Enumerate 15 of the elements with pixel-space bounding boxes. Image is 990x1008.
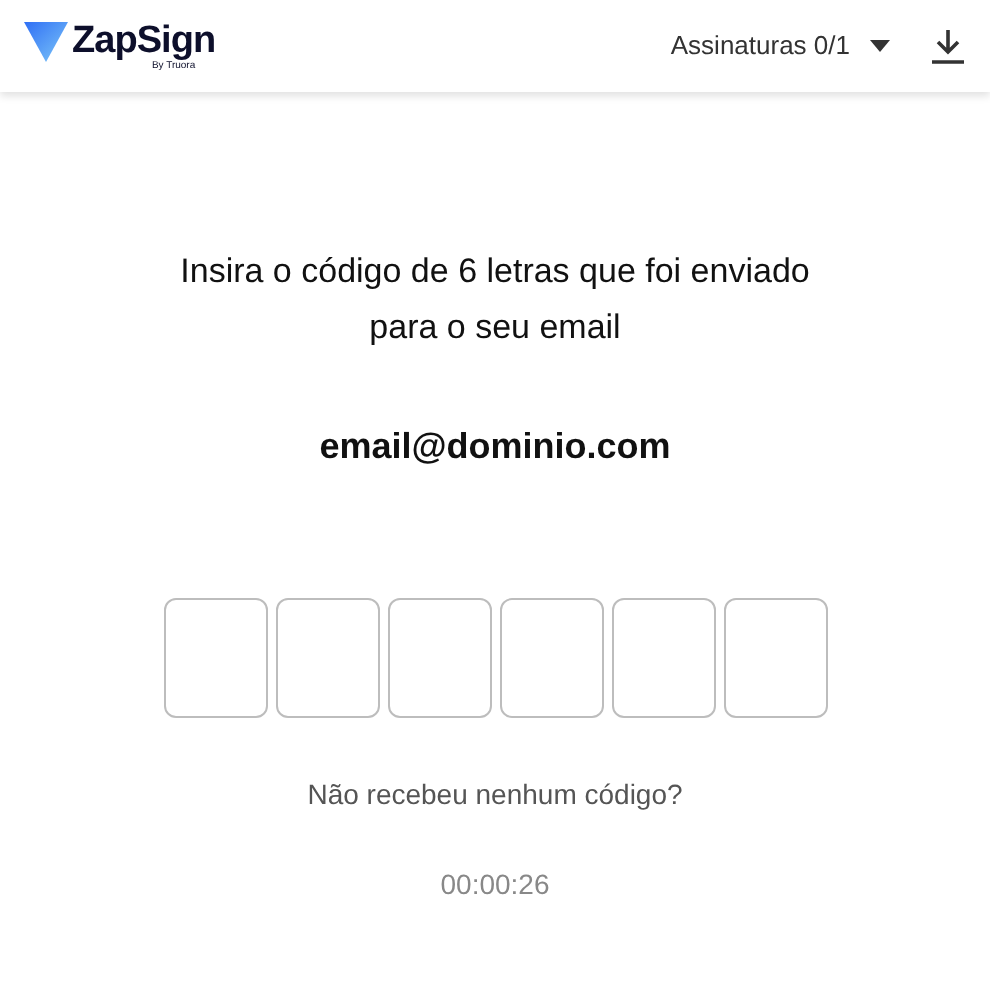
- download-button[interactable]: [926, 24, 970, 68]
- code-field[interactable]: [275, 598, 379, 718]
- caret-icon: [870, 40, 890, 52]
- signatures-menu[interactable]: Assinaturas 0/1: [670, 26, 890, 66]
- code-field[interactable]: [499, 598, 603, 718]
- countdown-timer: 00:00:26: [440, 866, 550, 904]
- email-text: email@dominio.com: [319, 424, 671, 470]
- instruction-text: Insira o código de 6 letras que foi enviado para o seu email: [178, 250, 812, 350]
- code-field[interactable]: [387, 598, 491, 718]
- code-field[interactable]: [163, 598, 267, 718]
- code-field[interactable]: [611, 598, 715, 718]
- logo-text: ZapSign: [72, 21, 216, 59]
- code-field[interactable]: [723, 598, 827, 718]
- logo-icon: [24, 21, 68, 61]
- resend-link[interactable]: Não recebeu nenhum código?: [307, 774, 683, 816]
